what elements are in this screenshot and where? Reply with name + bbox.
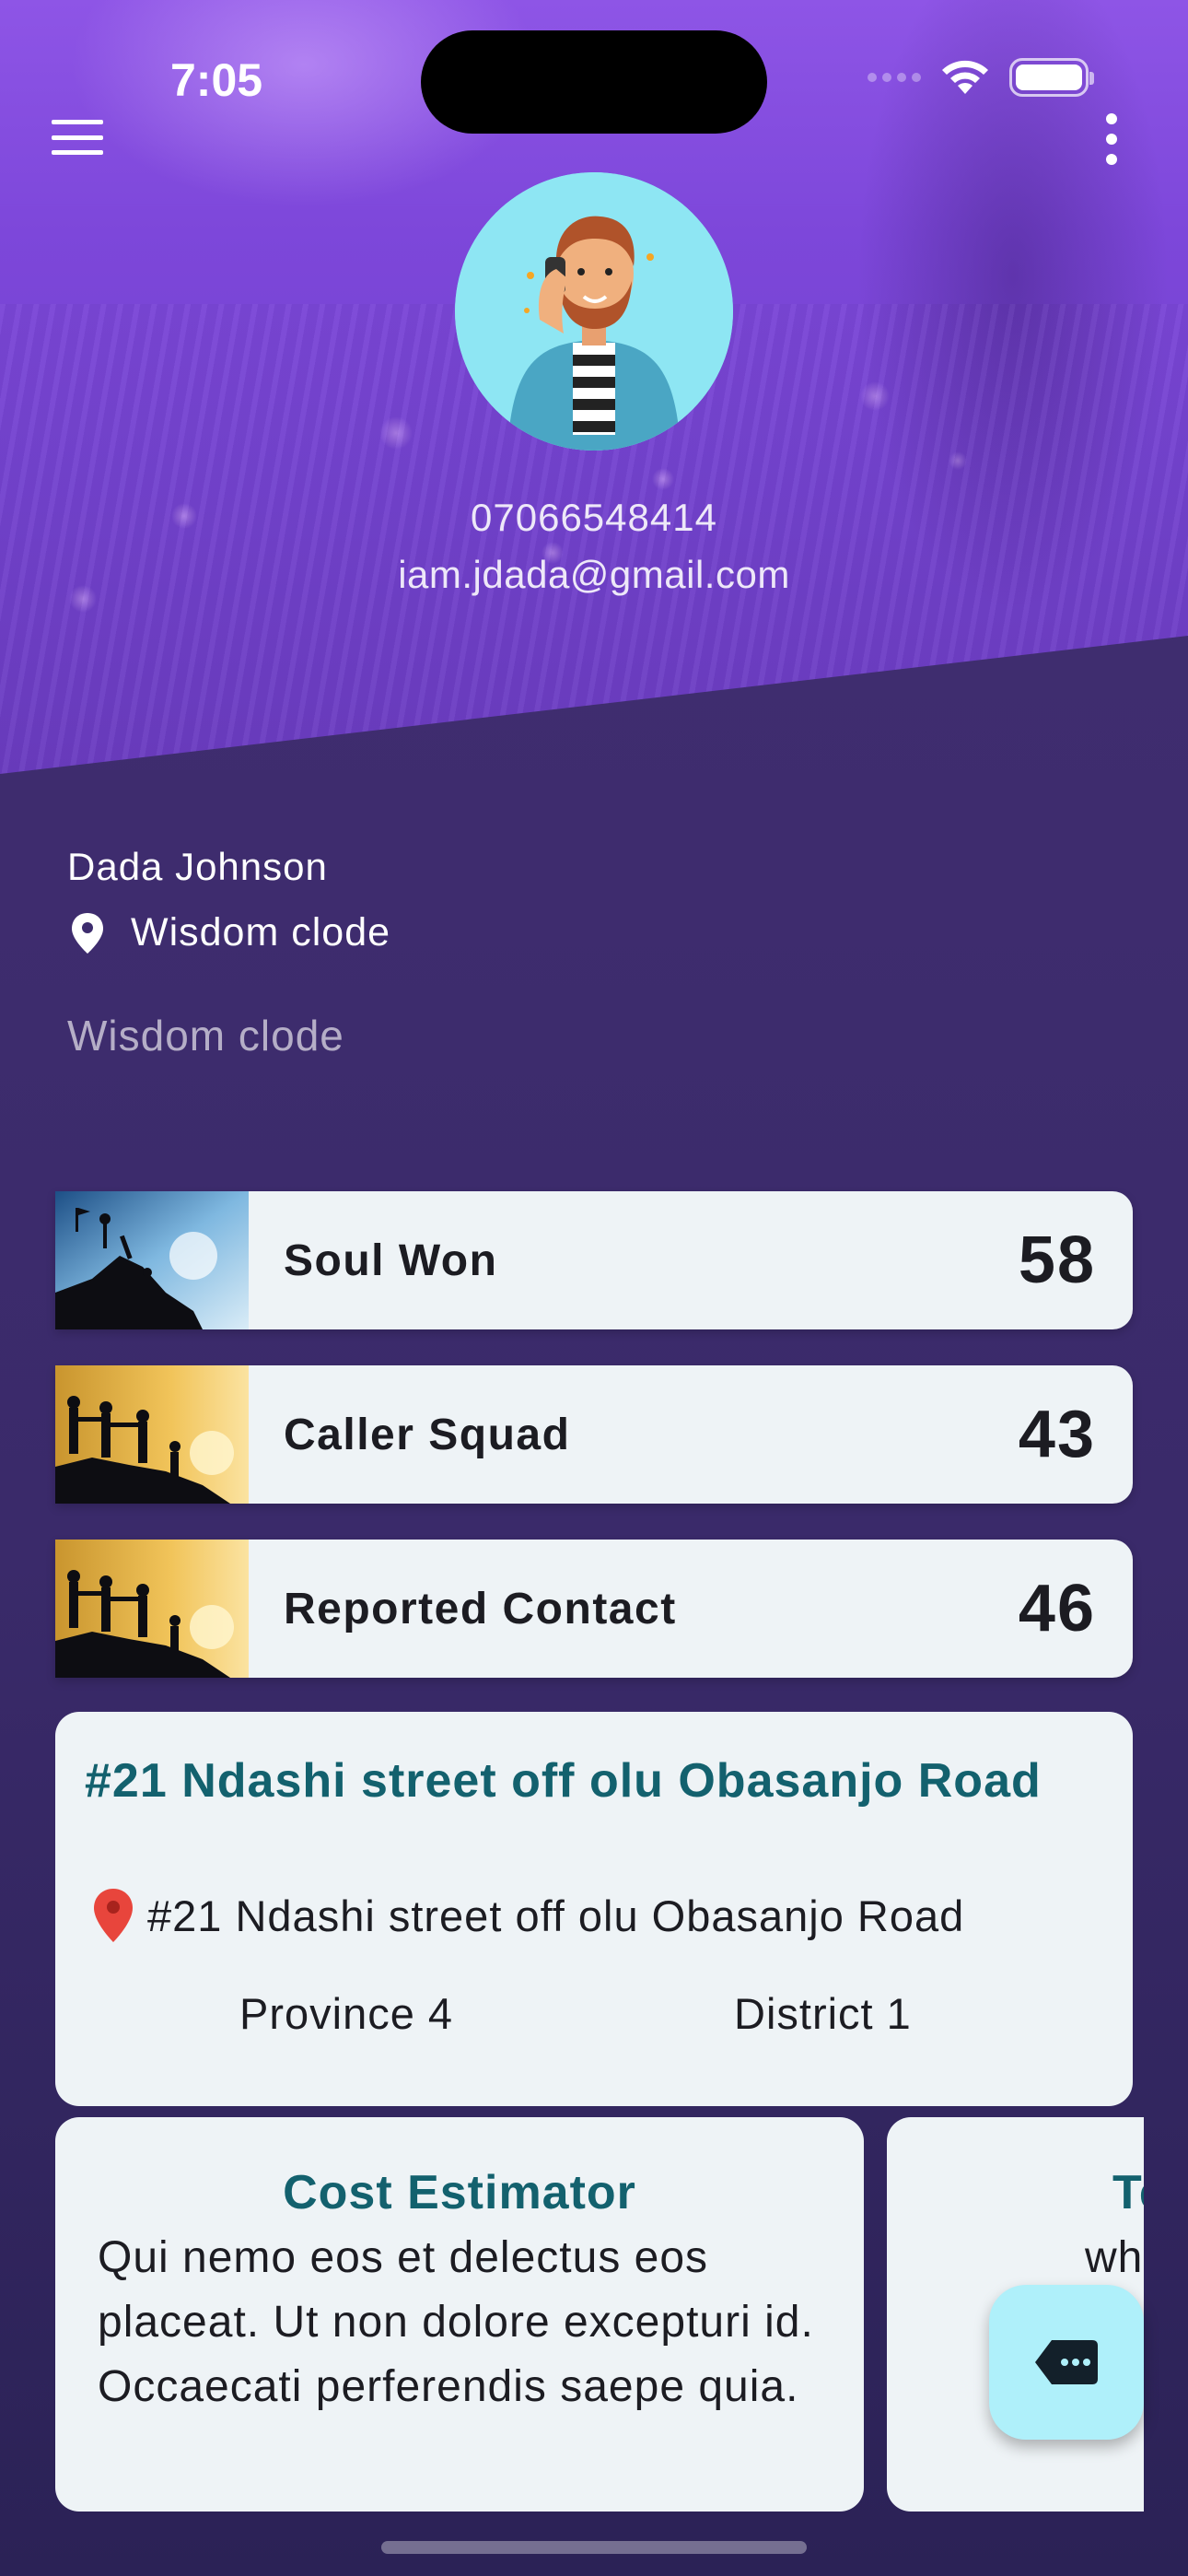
district-label: District 1 [734,1989,912,2038]
map-pin-icon [94,1889,133,1942]
address-title: #21 Ndashi street off olu Obasanjo Road [85,1754,1042,1808]
more-options-icon[interactable] [1098,113,1125,165]
stat-card-caller-squad[interactable]: Caller Squad 43 [55,1365,1133,1504]
feature-card-description: wh [1085,2233,1144,2282]
stat-card-reported-contact[interactable]: Reported Contact 46 [55,1540,1133,1678]
address-row: #21 Ndashi street off olu Obasanjo Road [94,1889,964,1942]
stat-label: Caller Squad [284,1410,571,1459]
stat-thumbnail-image [55,1365,249,1504]
stat-thumbnail-image [55,1191,249,1329]
province-label: Province 4 [239,1989,454,2038]
stat-value: 43 [1018,1398,1096,1471]
dynamic-island [421,30,767,134]
stat-card-soul-won[interactable]: Soul Won 58 [55,1191,1133,1329]
chat-bubble-icon [1035,2340,1098,2384]
avatar[interactable] [455,172,733,451]
feature-cards-carousel[interactable]: Cost Estimator Qui nemo eos et delectus … [0,2117,1144,2512]
profile-email: iam.jdada@gmail.com [398,553,790,596]
location-text: Wisdom clode [131,910,391,954]
status-bar-time: 7:05 [170,54,263,106]
profile-phone: 07066548414 [471,496,717,539]
address-text: #21 Ndashi street off olu Obasanjo Road [147,1891,965,1940]
stat-label: Reported Contact [284,1584,677,1633]
stat-value: 58 [1018,1224,1096,1297]
wifi-icon [938,57,993,98]
home-indicator[interactable] [381,2541,807,2554]
stat-value: 46 [1018,1572,1096,1645]
profile-location: Wisdom clode [72,910,390,955]
feature-card-title: Cost Estimator [283,2166,636,2219]
avatar-illustration [455,172,733,451]
profile-bio: Wisdom clode [67,1012,344,1060]
stat-thumbnail-image [55,1540,249,1678]
feature-card-description: Qui nemo eos et delectus eos placeat. Ut… [98,2233,814,2411]
chat-fab-button[interactable] [989,2285,1144,2440]
stat-label: Soul Won [284,1235,498,1285]
status-bar-icons [868,57,1094,98]
cellular-signal-icon [868,73,921,82]
feature-card-title: Te [1112,2166,1144,2219]
feature-card-cost-estimator[interactable]: Cost Estimator Qui nemo eos et delectus … [55,2117,864,2512]
hamburger-menu-icon[interactable] [52,120,103,155]
location-pin-icon [72,912,103,954]
profile-name: Dada Johnson [67,845,328,888]
address-card[interactable]: #21 Ndashi street off olu Obasanjo Road … [55,1712,1133,2106]
battery-icon [1009,58,1094,97]
